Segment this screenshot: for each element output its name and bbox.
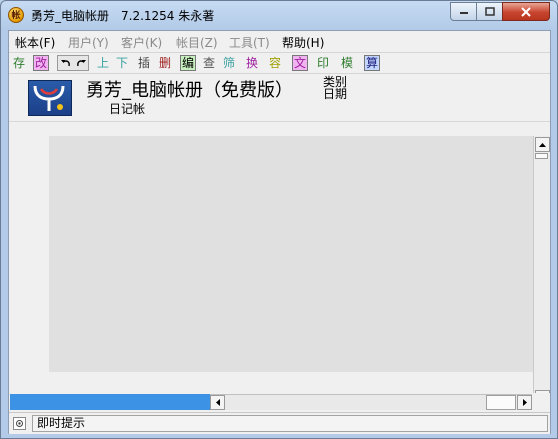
insert-button[interactable]: 插 <box>137 55 151 71</box>
menu-entries[interactable]: 帐目(Z) <box>176 34 218 51</box>
app-window: 帐 勇芳_电脑帐册 7.2.1254 朱永著 帐本(F) 用户(Y) 客户(K)… <box>0 0 558 439</box>
window-title: 勇芳_电脑帐册 7.2.1254 朱永著 <box>31 9 215 23</box>
filter-button[interactable]: 筛 <box>222 55 236 71</box>
book-header: 勇芳_电脑帐册（免费版） 类别 日期 日记帐 <box>9 73 550 121</box>
redo-icon[interactable] <box>75 58 87 68</box>
minimize-button[interactable] <box>450 2 477 21</box>
maximize-button[interactable] <box>476 2 503 21</box>
horizontal-scrollbar[interactable] <box>210 394 532 410</box>
status-bar: 即时提示 <box>9 412 550 434</box>
vertical-scroll-thumb[interactable] <box>535 153 548 159</box>
text-button[interactable]: 文 <box>292 55 309 71</box>
arrow-left-icon <box>215 399 220 406</box>
app-logo <box>28 80 72 116</box>
save-button[interactable]: 存 <box>12 55 26 71</box>
status-hint: 即时提示 <box>32 415 548 432</box>
status-indicator[interactable] <box>13 417 26 430</box>
menu-account-book[interactable]: 帐本(F) <box>15 34 55 51</box>
progress-bar <box>10 394 210 410</box>
move-up-button[interactable]: 上 <box>96 55 110 71</box>
book-type-label: 日记帐 <box>109 102 146 116</box>
close-icon <box>521 6 531 17</box>
calculate-button[interactable]: 算 <box>364 55 381 71</box>
menu-customer[interactable]: 客户(K) <box>121 34 162 51</box>
vertical-scrollbar[interactable] <box>533 136 550 406</box>
maximize-icon <box>484 7 495 16</box>
print-button[interactable]: 印 <box>316 55 330 71</box>
modify-button[interactable]: 改 <box>33 55 50 71</box>
logo-icon <box>33 85 65 111</box>
close-button[interactable] <box>502 2 550 21</box>
target-icon <box>16 420 23 427</box>
arrow-right-icon <box>522 399 527 406</box>
scroll-left-button[interactable] <box>210 395 225 410</box>
toolbar: 存 改 上 下 插 删 编 查 筛 换 容 文 印 模 算 <box>9 52 550 74</box>
minimize-icon <box>459 11 468 14</box>
find-button[interactable]: 查 <box>202 55 216 71</box>
horizontal-scroll-thumb[interactable] <box>486 395 516 410</box>
move-down-button[interactable]: 下 <box>115 55 129 71</box>
menu-tools[interactable]: 工具(T) <box>229 34 270 51</box>
bottom-bar <box>9 393 550 411</box>
scroll-up-button[interactable] <box>535 137 550 152</box>
book-title: 勇芳_电脑帐册（免费版） <box>86 80 293 101</box>
client-area: 帐本(F) 用户(Y) 客户(K) 帐目(Z) 工具(T) 帮助(H) 存 改 … <box>8 30 551 434</box>
app-icon[interactable]: 帐 <box>8 7 24 23</box>
replace-button[interactable]: 换 <box>245 55 259 71</box>
scroll-right-button[interactable] <box>517 395 532 410</box>
ledger-grid[interactable] <box>49 136 533 372</box>
delete-button[interactable]: 删 <box>158 55 172 71</box>
undo-redo-group <box>57 55 89 71</box>
menu-user[interactable]: 用户(Y) <box>68 34 109 51</box>
menu-help[interactable]: 帮助(H) <box>282 34 324 51</box>
title-bar[interactable]: 帐 勇芳_电脑帐册 7.2.1254 朱永著 <box>1 1 557 29</box>
edit-button[interactable]: 编 <box>180 55 197 71</box>
undo-icon[interactable] <box>60 58 72 68</box>
menu-bar: 帐本(F) 用户(Y) 客户(K) 帐目(Z) 工具(T) 帮助(H) <box>9 31 550 51</box>
arrow-up-icon <box>539 142 546 147</box>
template-button[interactable]: 模 <box>340 55 354 71</box>
date-label: 日期 <box>323 87 348 101</box>
capacity-button[interactable]: 容 <box>268 55 282 71</box>
